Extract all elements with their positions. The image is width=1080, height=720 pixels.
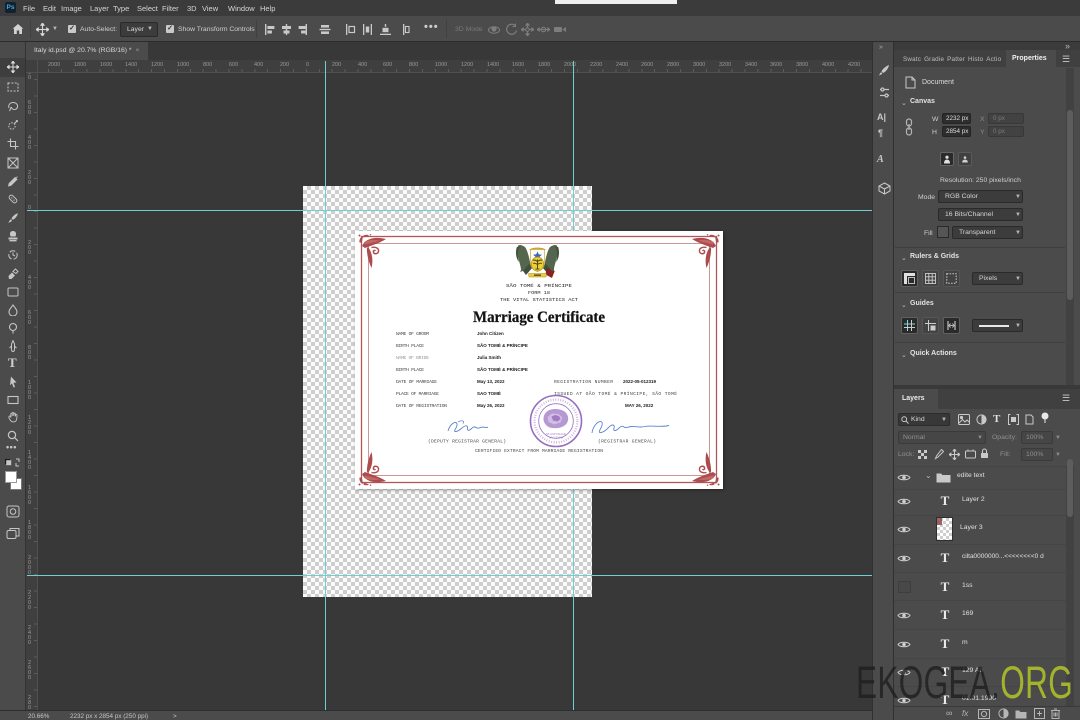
svg-text:May 26, 2022: May 26, 2022 (477, 403, 505, 408)
svg-text:(DEPUTY REGISTRAR GENERAL): (DEPUTY REGISTRAR GENERAL) (428, 439, 506, 445)
svg-text:MAY 26, 2022: MAY 26, 2022 (625, 403, 654, 408)
svg-text:BIRTH PLACE: BIRTH PLACE (396, 343, 424, 349)
svg-text:Julia Smith: Julia Smith (477, 355, 501, 360)
svg-text:CERTIFIED EXTRACT FROM MARRIAG: CERTIFIED EXTRACT FROM MARRIAGE REGISTRA… (475, 448, 603, 454)
svg-text:SÃO TOMÉ & PRÍNCIPE: SÃO TOMÉ & PRÍNCIPE (477, 365, 528, 372)
svg-text:SAO TOME: SAO TOME (549, 436, 564, 440)
svg-text:SÃO TOMÉ & PRÍNCIPE: SÃO TOMÉ & PRÍNCIPE (477, 341, 528, 348)
svg-text:ISSUED AT SÃO TOMÉ & PRÍNCIPE,: ISSUED AT SÃO TOMÉ & PRÍNCIPE, SÃO TOMÉ (554, 390, 677, 397)
svg-text:NAME OF GROOM: NAME OF GROOM (396, 331, 429, 337)
svg-text:THE VITAL STATISTICS ACT: THE VITAL STATISTICS ACT (500, 297, 578, 303)
svg-text:John Citizen: John Citizen (477, 331, 504, 336)
svg-text:NAME OF BRIDE: NAME OF BRIDE (396, 355, 429, 361)
svg-text:Marriage Certificate: Marriage Certificate (473, 309, 605, 326)
svg-text:REGISTRATION NUMBER: REGISTRATION NUMBER (554, 379, 613, 385)
svg-text:DATE OF MARRIAGE: DATE OF MARRIAGE (396, 379, 437, 385)
svg-text:2022-05-012319: 2022-05-012319 (623, 379, 657, 384)
svg-text:DATE OF REGISTRATION: DATE OF REGISTRATION (396, 403, 447, 409)
svg-text:SAO TOMÉ: SAO TOMÉ (477, 389, 501, 396)
svg-text:FORM 18: FORM 18 (528, 290, 550, 296)
svg-text:PLACE OF MARRIAGE: PLACE OF MARRIAGE (396, 391, 439, 397)
svg-text:May 13, 2022: May 13, 2022 (477, 379, 505, 384)
svg-text:SÃO TOMÉ & PRÍNCIPE: SÃO TOMÉ & PRÍNCIPE (506, 282, 572, 289)
svg-text:(REGISTRAR GENERAL): (REGISTRAR GENERAL) (598, 439, 656, 445)
svg-text:BIRTH PLACE: BIRTH PLACE (396, 367, 424, 373)
